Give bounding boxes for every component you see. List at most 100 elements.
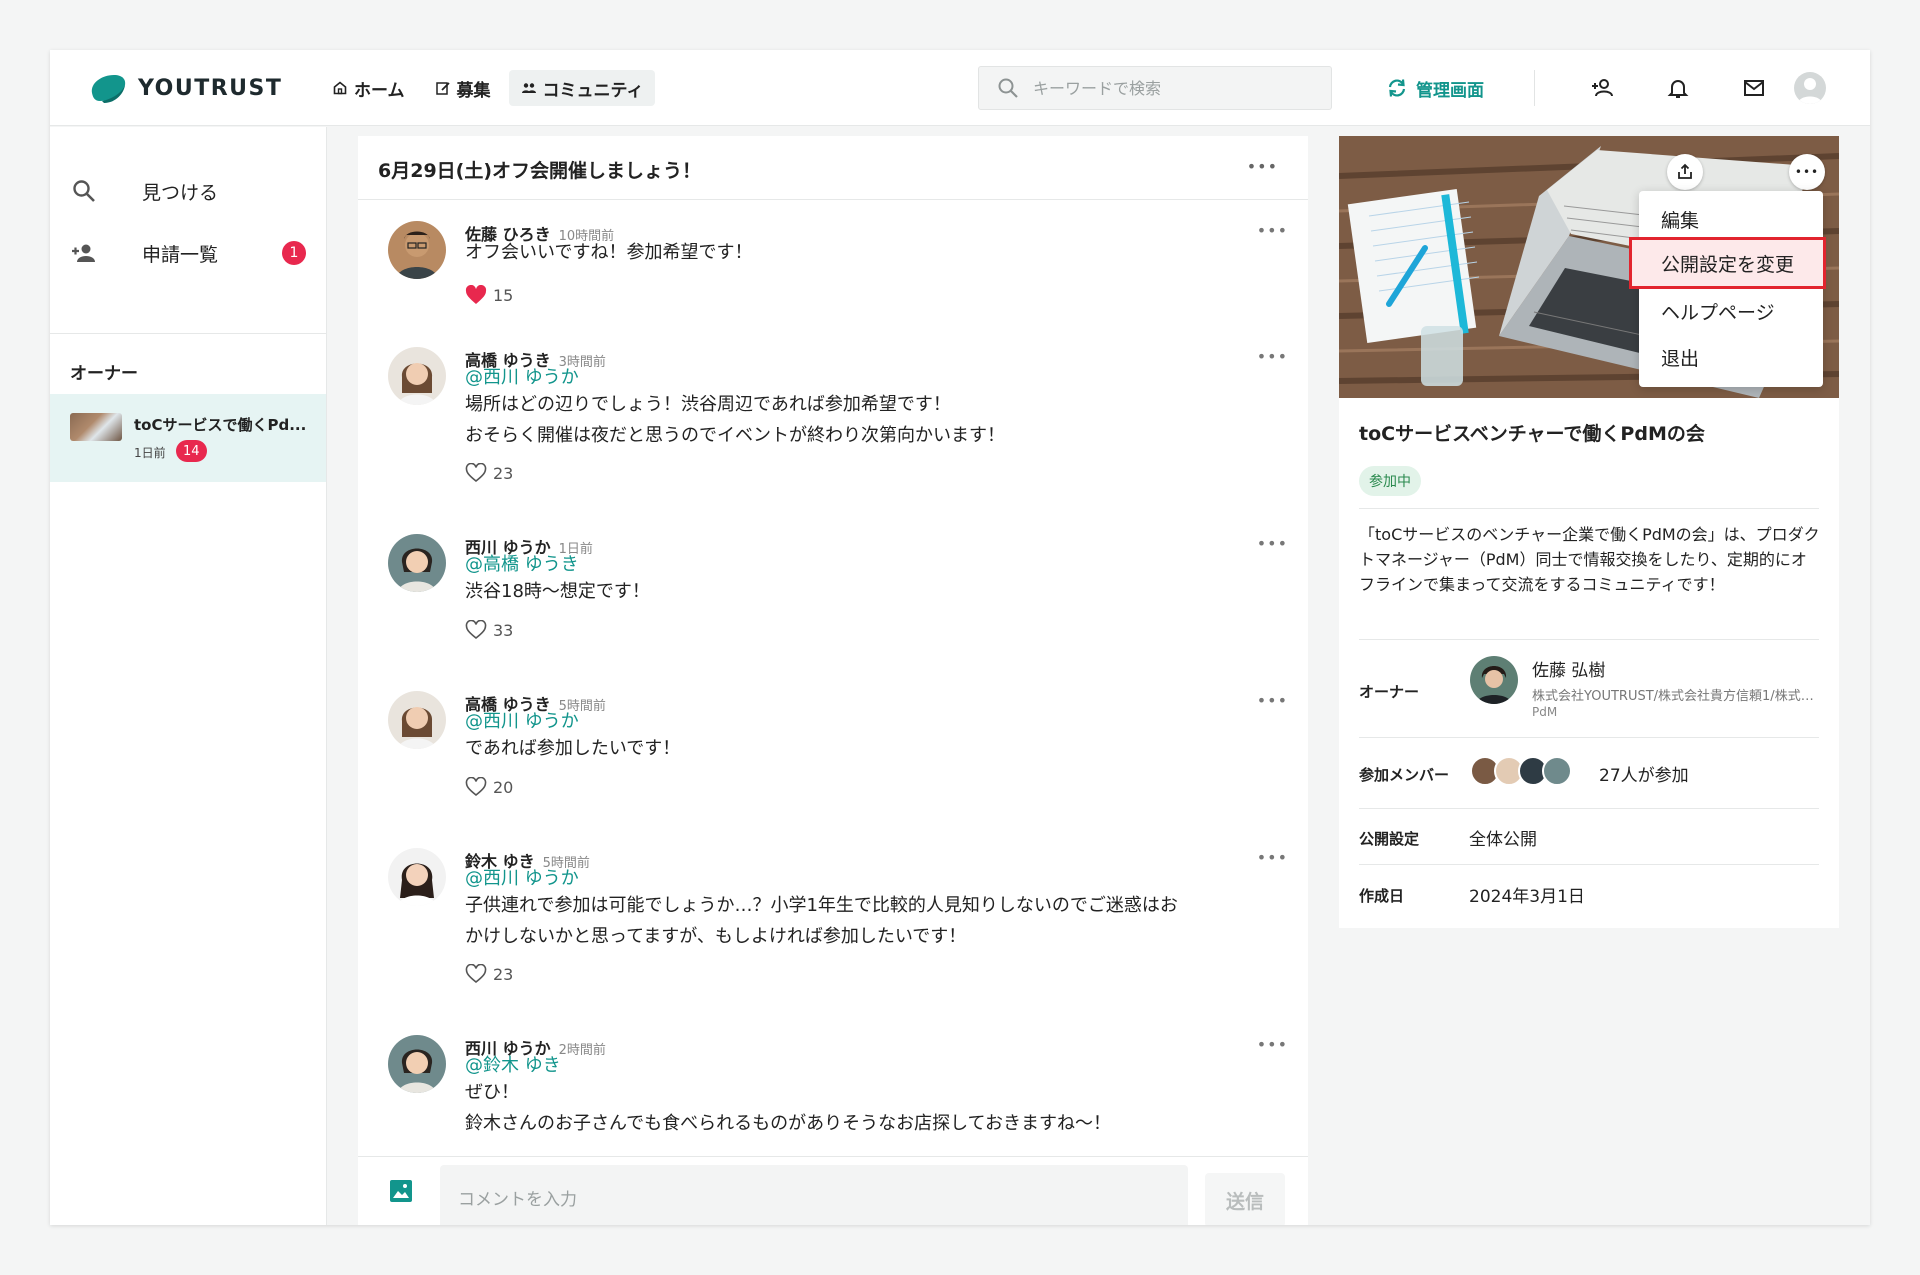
sidebar-item-label: 申請一覧 bbox=[142, 243, 219, 266]
nav-home[interactable]: ホーム bbox=[320, 70, 417, 106]
comment-more-button[interactable]: ••• bbox=[1257, 1035, 1288, 1054]
divider bbox=[1359, 639, 1819, 640]
created-label: 作成日 bbox=[1359, 887, 1405, 905]
divider bbox=[1359, 864, 1819, 865]
request-count-badge: 1 bbox=[282, 241, 306, 265]
like-count: 23 bbox=[493, 964, 514, 984]
comment-mention[interactable]: @西川 ゆうか bbox=[465, 363, 579, 389]
share-icon bbox=[1678, 163, 1692, 179]
avatar[interactable] bbox=[388, 1035, 446, 1093]
dropdown-menu: 編集 公開設定を変更 ヘルプページ 退出 bbox=[1629, 191, 1826, 387]
comment-item: 西川 ゆうか 2時間前 @鈴木 ゆき ぜひ！ 鈴木さんのお子さんでも食べられるもの… bbox=[358, 1015, 1308, 1156]
heart-outline-icon bbox=[465, 777, 487, 797]
comment-more-button[interactable]: ••• bbox=[1257, 347, 1288, 366]
like-count: 15 bbox=[493, 285, 514, 305]
heart-outline-icon bbox=[465, 620, 487, 640]
visibility-label: 公開設定 bbox=[1359, 830, 1420, 848]
send-button[interactable]: 送信 bbox=[1205, 1173, 1285, 1225]
avatar[interactable] bbox=[388, 691, 446, 749]
header-divider bbox=[1534, 70, 1535, 106]
menu-item-edit[interactable]: 編集 bbox=[1639, 197, 1823, 241]
like-count: 33 bbox=[493, 620, 514, 640]
sidebar-item-discover[interactable]: 見つける bbox=[50, 165, 326, 217]
comment-text: であれば参加したいです！ bbox=[465, 738, 681, 759]
admin-label: 管理画面 bbox=[1416, 80, 1484, 101]
status-badge: 参加中 bbox=[1359, 466, 1421, 496]
sync-icon bbox=[1388, 79, 1406, 97]
thread-more-button[interactable]: ••• bbox=[1247, 159, 1278, 175]
avatar[interactable] bbox=[388, 347, 446, 405]
comment-text: 子供連れで参加は可能でしょうか…？小学1年生で比較的人見知りしないのでご迷惑はお… bbox=[465, 895, 1178, 947]
menu-item-leave[interactable]: 退出 bbox=[1639, 335, 1823, 379]
my-avatar[interactable] bbox=[1794, 72, 1826, 104]
nav-recruit[interactable]: 募集 bbox=[423, 70, 503, 106]
edit-icon bbox=[435, 82, 450, 95]
avatar[interactable] bbox=[388, 848, 446, 906]
image-upload-icon[interactable] bbox=[388, 1178, 414, 1204]
thread-panel: 6月29日(土)オフ会開催しましょう！ ••• 佐藤 ひろき 10時間前 オフ会い… bbox=[358, 136, 1308, 1225]
avatar[interactable] bbox=[388, 534, 446, 592]
comment-more-button[interactable]: ••• bbox=[1257, 691, 1288, 710]
avatar[interactable] bbox=[388, 221, 446, 279]
comment-input[interactable] bbox=[440, 1165, 1188, 1225]
like-button[interactable]: 15 bbox=[465, 285, 513, 305]
owner-section-heading: オーナー bbox=[70, 364, 138, 384]
search-box[interactable] bbox=[978, 66, 1332, 110]
comment-item: 佐藤 ひろき 10時間前 オフ会いいですね！参加希望です！ 15 ••• bbox=[358, 201, 1308, 316]
add-friend-icon bbox=[1592, 79, 1613, 97]
sidebar-community-item[interactable]: toCサービスで働くPd... 1日前 14 bbox=[50, 394, 326, 482]
like-button[interactable]: 33 bbox=[465, 620, 513, 640]
sidebar-item-requests[interactable]: 申請一覧 1 bbox=[50, 227, 326, 279]
comment-mention[interactable]: @西川 ゆうか bbox=[465, 864, 579, 890]
like-button[interactable]: 20 bbox=[465, 777, 513, 797]
add-user-icon bbox=[70, 239, 98, 267]
community-unread-badge: 14 bbox=[176, 440, 207, 462]
add-friend-button[interactable] bbox=[1588, 74, 1616, 102]
comment-mention[interactable]: @鈴木 ゆき bbox=[465, 1051, 561, 1077]
thread-header: 6月29日(土)オフ会開催しましょう！ ••• bbox=[358, 136, 1308, 200]
search-icon bbox=[70, 177, 98, 205]
heart-outline-icon bbox=[465, 964, 487, 984]
comment-text: 渋谷18時〜想定です！ bbox=[465, 581, 650, 602]
comment-more-button[interactable]: ••• bbox=[1257, 221, 1288, 240]
like-count: 23 bbox=[493, 463, 514, 483]
comment-text: オフ会いいですね！参加希望です！ bbox=[465, 242, 753, 263]
panel-more-button[interactable]: ••• bbox=[1789, 154, 1825, 190]
comment-list[interactable]: 佐藤 ひろき 10時間前 オフ会いいですね！参加希望です！ 15 ••• 高橋 ゆ… bbox=[358, 201, 1308, 1156]
community-thumbnail bbox=[70, 413, 122, 441]
owner-name[interactable]: 佐藤 弘樹 bbox=[1532, 656, 1605, 681]
search-input[interactable] bbox=[1033, 78, 1313, 98]
nav-community[interactable]: コミュニティ bbox=[508, 70, 656, 106]
avatar[interactable] bbox=[1470, 656, 1518, 704]
comment-text: 場所はどの辺りでしょう！渋谷周辺であれば参加希望です！ おそらく開催は夜だと思う… bbox=[465, 394, 1005, 446]
menu-item-change-visibility[interactable]: 公開設定を変更 bbox=[1629, 237, 1826, 289]
main-nav: ホーム 募集 コミュニティ bbox=[320, 70, 656, 106]
message-button[interactable] bbox=[1740, 74, 1768, 102]
app-window: YOUTRUST ホーム 募集 コミュニティ 管理画面 bbox=[50, 50, 1870, 1225]
comment-more-button[interactable]: ••• bbox=[1257, 848, 1288, 867]
people-icon bbox=[521, 83, 536, 93]
like-button[interactable]: 23 bbox=[465, 964, 513, 984]
menu-item-help[interactable]: ヘルプページ bbox=[1639, 289, 1823, 333]
comment-item: 高橋 ゆうき 5時間前 @西川 ゆうか であれば参加したいです！ 20 ••• bbox=[358, 671, 1308, 801]
heart-outline-icon bbox=[465, 463, 487, 483]
owner-role: PdM bbox=[1532, 705, 1558, 719]
notification-button[interactable] bbox=[1664, 74, 1692, 102]
comment-more-button[interactable]: ••• bbox=[1257, 534, 1288, 553]
community-time: 1日前 bbox=[134, 446, 166, 460]
admin-link[interactable]: 管理画面 bbox=[1386, 72, 1484, 104]
search-icon bbox=[998, 78, 1018, 98]
comment-text: ぜひ！ 鈴木さんのお子さんでも食べられるものがありそうなお店探しておきますね〜！ bbox=[465, 1082, 1112, 1134]
comment-mention[interactable]: @西川 ゆうか bbox=[465, 707, 579, 733]
top-header: YOUTRUST ホーム 募集 コミュニティ 管理画面 bbox=[50, 50, 1870, 126]
like-button[interactable]: 23 bbox=[465, 463, 513, 483]
divider bbox=[1359, 808, 1819, 809]
member-count[interactable]: 27人が参加 bbox=[1599, 761, 1689, 786]
thread-title: 6月29日(土)オフ会開催しましょう！ bbox=[378, 160, 702, 182]
comment-mention[interactable]: @高橋 ゆうき bbox=[465, 550, 579, 576]
member-avatars[interactable] bbox=[1470, 756, 1572, 786]
divider bbox=[1359, 508, 1819, 509]
logo[interactable]: YOUTRUST bbox=[88, 70, 282, 106]
share-button[interactable] bbox=[1667, 154, 1703, 190]
created-value: 2024年3月1日 bbox=[1469, 887, 1585, 907]
